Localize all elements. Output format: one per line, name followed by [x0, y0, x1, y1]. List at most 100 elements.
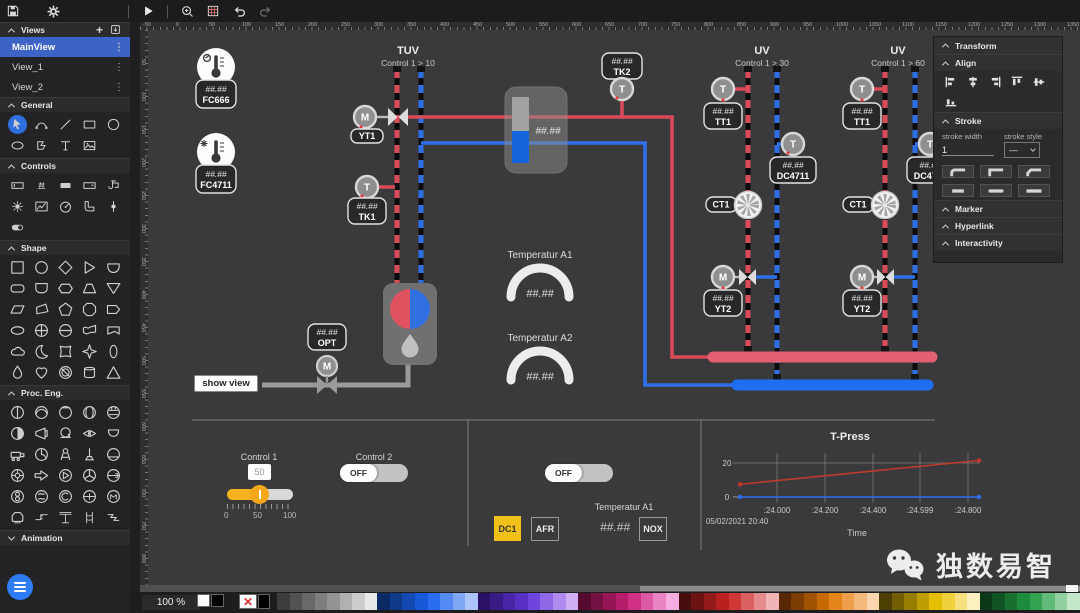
tool-horn[interactable] — [29, 423, 53, 444]
tool-hexagon[interactable] — [53, 278, 77, 299]
tool-valve-gate[interactable] — [77, 423, 101, 444]
transform-section-header[interactable]: Transform — [934, 37, 1062, 54]
tool-text[interactable] — [53, 135, 77, 156]
color-swatch[interactable] — [955, 593, 968, 610]
tool-valve-vertical[interactable] — [5, 402, 29, 423]
color-swatch[interactable] — [929, 593, 942, 610]
color-swatch[interactable] — [340, 593, 353, 610]
color-swatch[interactable] — [1030, 593, 1043, 610]
horizontal-scrollbar[interactable] — [140, 585, 1080, 592]
grid-button[interactable] — [200, 1, 226, 21]
blue-pipe[interactable] — [421, 143, 737, 385]
tool-pump-c[interactable] — [53, 486, 77, 507]
tool-motor-terminals[interactable] — [101, 402, 125, 423]
color-swatch[interactable] — [578, 593, 591, 610]
tt1a-sensor[interactable]: T ##.## TT1 — [704, 78, 742, 129]
color-swatch[interactable] — [440, 593, 453, 610]
uv2-pipes[interactable] — [881, 66, 919, 380]
color-swatch[interactable] — [741, 593, 754, 610]
color-swatch[interactable] — [315, 593, 328, 610]
tool-chart[interactable] — [29, 196, 53, 217]
align-section-header[interactable]: Align — [934, 54, 1062, 71]
color-swatch[interactable] — [1005, 593, 1018, 610]
mixer-device[interactable] — [383, 283, 437, 365]
color-swatch[interactable] — [1067, 593, 1080, 610]
tool-vessel-open[interactable] — [101, 423, 125, 444]
color-swatch[interactable] — [942, 593, 955, 610]
zoom-level[interactable]: 100 % — [142, 595, 200, 610]
tool-compressor[interactable] — [5, 465, 29, 486]
tool-blower[interactable] — [29, 444, 53, 465]
tool-conveyor[interactable] — [5, 444, 29, 465]
tool-trapezoid[interactable] — [77, 278, 101, 299]
control1-slider-handle[interactable] — [250, 485, 269, 504]
tool-motor-m[interactable] — [101, 486, 125, 507]
color-swatch[interactable] — [1042, 593, 1055, 610]
tool-circle-cross[interactable] — [29, 320, 53, 341]
tool-bowl[interactable] — [101, 257, 125, 278]
tool-stand[interactable] — [77, 444, 101, 465]
tool-value[interactable] — [29, 175, 53, 196]
redo-button[interactable] — [252, 1, 278, 21]
fill-color-swatch[interactable] — [197, 594, 210, 607]
tool-valve-cross[interactable] — [77, 486, 101, 507]
color-swatch[interactable] — [453, 593, 466, 610]
tool-pump-volute[interactable] — [53, 423, 77, 444]
gauge-temperatur-a1[interactable]: Temperatur A1 ##.## — [507, 250, 572, 300]
tool-switch[interactable] — [5, 217, 29, 238]
align-bottom-button[interactable] — [942, 93, 959, 109]
cap-round-button[interactable] — [980, 184, 1012, 197]
color-swatch[interactable] — [854, 593, 867, 610]
color-swatch[interactable] — [666, 593, 679, 610]
tk2-sensor[interactable]: ##.## TK2 T — [602, 53, 642, 100]
gauge-temperatur-a2[interactable]: Temperatur A2 ##.## — [507, 333, 572, 383]
color-swatch[interactable] — [465, 593, 478, 610]
shape-section-header[interactable]: Shape — [0, 240, 130, 255]
color-swatch[interactable] — [653, 593, 666, 610]
tool-slider[interactable] — [101, 196, 125, 217]
tool-cylinder[interactable] — [77, 362, 101, 383]
tool-valve-half[interactable] — [5, 423, 29, 444]
color-swatch[interactable] — [528, 593, 541, 610]
tool-column[interactable] — [77, 507, 101, 528]
color-swatch[interactable] — [290, 593, 303, 610]
tool-motor-twin[interactable] — [77, 402, 101, 423]
color-swatch[interactable] — [992, 593, 1005, 610]
tool-input[interactable] — [5, 175, 29, 196]
nox-button[interactable]: NOX — [639, 517, 667, 541]
marker-section-header[interactable]: Marker — [934, 200, 1062, 217]
tool-valve-dial[interactable] — [101, 465, 125, 486]
color-swatch[interactable] — [867, 593, 880, 610]
tool-agitator[interactable] — [53, 444, 77, 465]
view-menu-icon[interactable]: ⋮ — [114, 42, 124, 53]
tool-pentagon[interactable] — [53, 299, 77, 320]
tool-rrect[interactable] — [5, 278, 29, 299]
control1-value[interactable]: 50 — [248, 464, 271, 480]
tool-tank-dome[interactable] — [29, 402, 53, 423]
stroke-style-select[interactable]: — — [1004, 142, 1040, 158]
color-swatch[interactable] — [967, 593, 980, 610]
tool-heart[interactable] — [29, 362, 53, 383]
tool-moon[interactable] — [29, 341, 53, 362]
tool-octagon[interactable] — [77, 299, 101, 320]
color-swatch[interactable] — [352, 593, 365, 610]
color-swatch[interactable] — [892, 593, 905, 610]
color-swatch[interactable] — [327, 593, 340, 610]
view-item-view2[interactable]: View_2⋮ — [0, 77, 130, 97]
show-view-button[interactable]: show view — [194, 375, 258, 392]
color-swatch[interactable] — [553, 593, 566, 610]
color-swatch[interactable] — [641, 593, 654, 610]
controls-section-header[interactable]: Controls — [0, 158, 130, 173]
color-swatch[interactable] — [691, 593, 704, 610]
align-left-button[interactable] — [942, 74, 959, 90]
tool-prohibited[interactable] — [53, 362, 77, 383]
cap-butt-button[interactable] — [942, 184, 974, 197]
views-section-header[interactable]: Views + — [0, 22, 130, 37]
color-swatch[interactable] — [1017, 593, 1030, 610]
color-swatch[interactable] — [478, 593, 491, 610]
tool-squiggle[interactable] — [101, 507, 125, 528]
color-swatch[interactable] — [415, 593, 428, 610]
color-swatch[interactable] — [490, 593, 503, 610]
color-swatch[interactable] — [515, 593, 528, 610]
color-swatch[interactable] — [1055, 593, 1068, 610]
